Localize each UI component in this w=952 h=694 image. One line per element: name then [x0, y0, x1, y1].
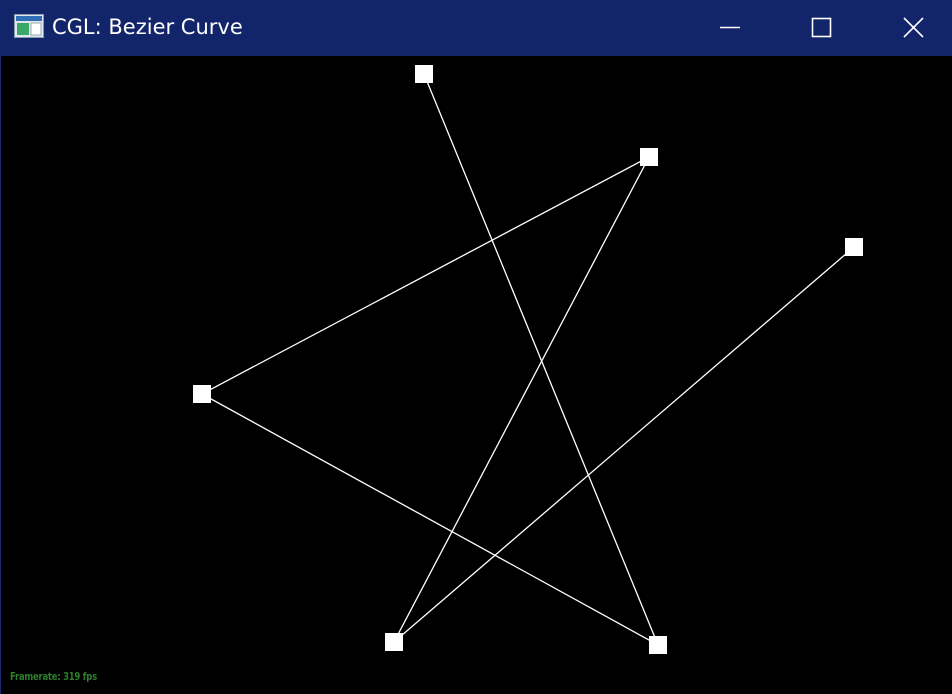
app-window-icon[interactable]: [14, 14, 44, 38]
maximize-button[interactable]: [776, 0, 868, 56]
control-point-5[interactable]: [385, 633, 403, 651]
minimize-icon: [720, 26, 740, 29]
control-polygon: [200, 73, 855, 647]
control-point-2[interactable]: [649, 636, 667, 654]
control-point-3[interactable]: [193, 385, 211, 403]
window-title: CGL: Bezier Curve: [52, 15, 243, 39]
render-canvas[interactable]: [0, 56, 952, 694]
minimize-button[interactable]: [684, 0, 776, 56]
control-point-4[interactable]: [640, 148, 658, 166]
close-button[interactable]: [868, 0, 952, 56]
control-point-6[interactable]: [845, 238, 863, 256]
title-bar[interactable]: CGL: Bezier Curve: [0, 0, 952, 56]
close-icon: [903, 17, 924, 38]
bezier-scene: [193, 65, 863, 654]
control-point-1[interactable]: [415, 65, 433, 83]
app-window: CGL: Bezier Curve Framerate: 319 fps: [0, 0, 952, 694]
maximize-icon: [811, 17, 832, 38]
framerate-readout: Framerate: 319 fps: [10, 670, 97, 683]
